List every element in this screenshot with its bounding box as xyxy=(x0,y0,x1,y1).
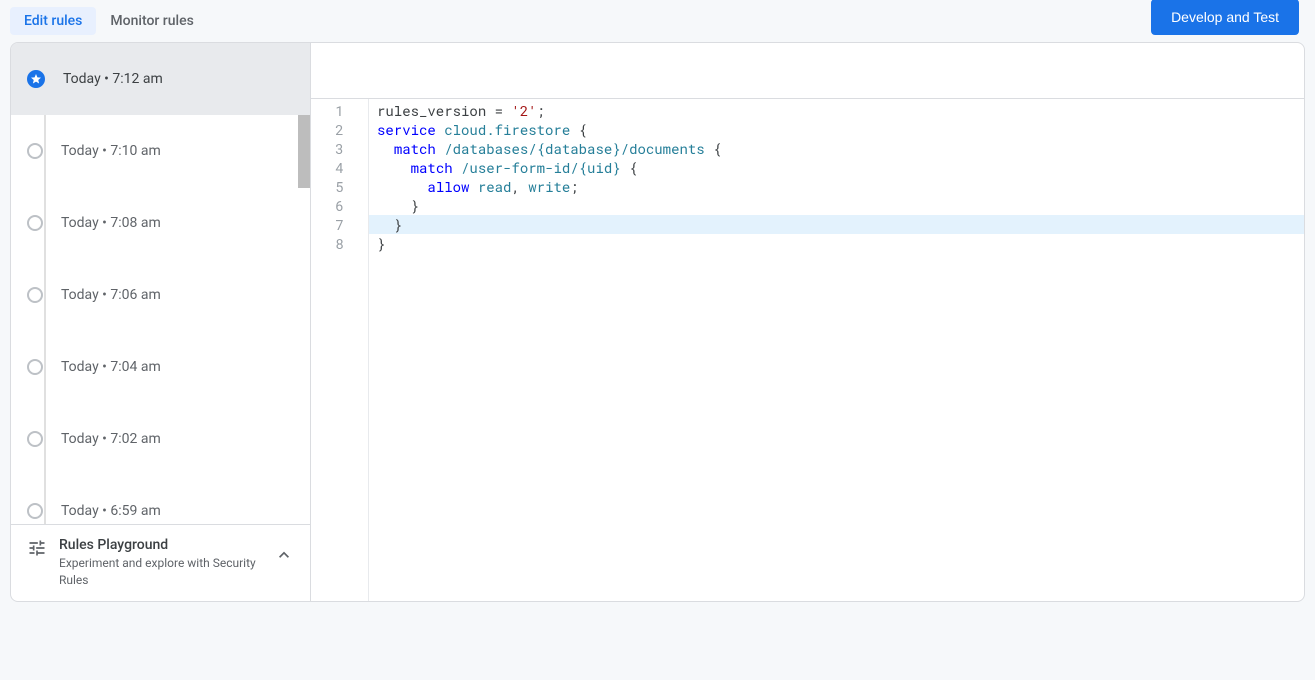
code-line[interactable]: match /databases/{database}/documents { xyxy=(369,139,1304,158)
history-item[interactable]: Today • 6:59 am xyxy=(11,475,310,524)
line-number: 4 xyxy=(311,158,368,177)
tab-bar: Edit rules Monitor rules xyxy=(10,0,208,42)
code-line[interactable]: } xyxy=(369,215,1304,234)
timeline-dot-icon xyxy=(27,215,43,231)
history-item-label: Today • 7:08 am xyxy=(61,215,161,231)
line-number: 5 xyxy=(311,177,368,196)
line-number: 3 xyxy=(311,139,368,158)
timeline-dot-icon xyxy=(27,431,43,447)
star-icon xyxy=(27,70,45,88)
editor-area: 12345678 rules_version = '2';service clo… xyxy=(311,43,1304,601)
tune-icon xyxy=(27,538,47,558)
playground-subtitle: Experiment and explore with Security Rul… xyxy=(59,555,262,589)
history-item-label: Today • 7:06 am xyxy=(61,287,161,303)
history-list[interactable]: Today • 7:12 am Today • 7:10 am Today • 7:… xyxy=(11,43,310,524)
timeline-dot-icon xyxy=(27,287,43,303)
line-number: 7 xyxy=(311,215,368,234)
develop-and-test-button[interactable]: Develop and Test xyxy=(1151,0,1299,35)
line-number: 2 xyxy=(311,120,368,139)
code-line[interactable]: match /user-form-id/{uid} { xyxy=(369,158,1304,177)
code-line[interactable]: } xyxy=(369,196,1304,215)
history-item[interactable]: Today • 7:04 am xyxy=(11,331,310,403)
chevron-up-icon xyxy=(274,545,294,565)
code-line[interactable]: service cloud.firestore { xyxy=(369,120,1304,139)
sidebar: Today • 7:12 am Today • 7:10 am Today • 7:… xyxy=(11,43,311,601)
editor-toolbar xyxy=(311,43,1304,99)
history-item[interactable]: Today • 7:02 am xyxy=(11,403,310,475)
rules-editor-card: Today • 7:12 am Today • 7:10 am Today • 7:… xyxy=(10,42,1305,602)
history-item-label: Today • 7:02 am xyxy=(61,431,161,447)
history-item[interactable]: Today • 7:08 am xyxy=(11,187,310,259)
timeline-dot-icon xyxy=(27,143,43,159)
line-number: 1 xyxy=(311,101,368,120)
playground-title: Rules Playground xyxy=(59,537,262,553)
line-number-gutter: 12345678 xyxy=(311,99,369,601)
timeline-dot-icon xyxy=(27,503,43,519)
history-item-label: Today • 7:04 am xyxy=(61,359,161,375)
playground-text: Rules Playground Experiment and explore … xyxy=(59,537,262,589)
history-item-label: Today • 7:12 am xyxy=(63,71,163,87)
code-editor[interactable]: 12345678 rules_version = '2';service clo… xyxy=(311,99,1304,601)
history-panel: Today • 7:12 am Today • 7:10 am Today • 7:… xyxy=(11,43,310,524)
history-item[interactable]: Today • 7:10 am xyxy=(11,115,310,187)
rules-playground-toggle[interactable]: Rules Playground Experiment and explore … xyxy=(11,524,310,601)
tab-monitor-rules[interactable]: Monitor rules xyxy=(96,7,207,35)
code-line[interactable]: allow read, write; xyxy=(369,177,1304,196)
history-item[interactable]: Today • 7:06 am xyxy=(11,259,310,331)
history-item-label: Today • 6:59 am xyxy=(61,503,161,519)
history-item[interactable]: Today • 7:12 am xyxy=(11,43,310,115)
code-content[interactable]: rules_version = '2';service cloud.firest… xyxy=(369,99,1304,601)
code-line[interactable]: } xyxy=(369,234,1304,253)
timeline-dot-icon xyxy=(27,359,43,375)
code-line[interactable]: rules_version = '2'; xyxy=(369,101,1304,120)
line-number: 8 xyxy=(311,234,368,253)
tab-edit-rules[interactable]: Edit rules xyxy=(10,7,96,35)
line-number: 6 xyxy=(311,196,368,215)
history-item-label: Today • 7:10 am xyxy=(61,143,161,159)
